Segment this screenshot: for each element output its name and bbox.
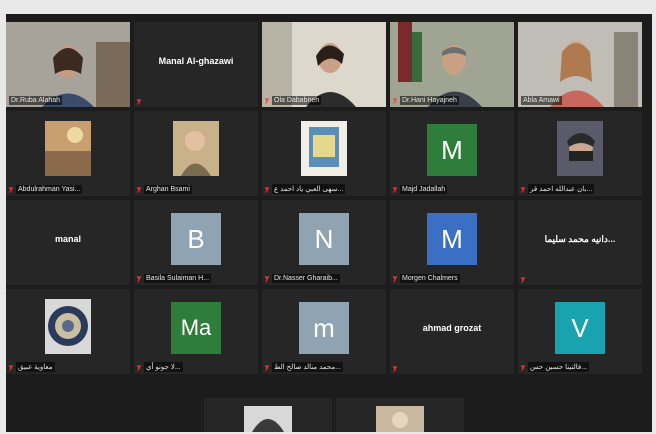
- participant-video: [262, 22, 386, 107]
- participant-display-name: دانيه محمد سليما...: [544, 234, 616, 244]
- participant-tile[interactable]: ahmad grozat ɏ: [390, 289, 514, 374]
- muted-mic-icon: ɏ: [137, 363, 141, 371]
- participant-name: فالتينا حسين حس...: [528, 362, 590, 372]
- avatar: M: [427, 213, 477, 265]
- avatar: N: [299, 213, 349, 265]
- participant-tile[interactable]: Ma ɏ لا جونو أي...: [134, 289, 258, 374]
- participant-tile[interactable]: m ɏ محمد منالد صالح الط...: [262, 289, 386, 374]
- participant-name: Dr.Hani Hayajneh: [400, 96, 459, 105]
- muted-mic-icon: ɏ: [393, 365, 397, 372]
- participant-tile[interactable]: ɏ Arghan Bsami: [134, 111, 258, 196]
- participant-tile[interactable]: N ɏ Dr.Nasser Gharaib...: [262, 200, 386, 285]
- gallery-grid: Dr.Ruba Alahah Manal Al-ghazawi ɏ ɏ Ola D…: [6, 22, 648, 374]
- profile-photo: [45, 299, 91, 354]
- participant-tile[interactable]: ɏ بان عبدالله احمد قر...: [518, 111, 642, 196]
- participant-name: Arghan Bsami: [144, 185, 192, 194]
- profile-photo: [557, 121, 603, 176]
- profile-photo: [244, 406, 292, 432]
- participant-name: Abla Amawi: [521, 96, 562, 105]
- participant-video: [6, 22, 130, 107]
- participant-display-name: Manal Al-ghazawi: [158, 56, 234, 66]
- participant-tile[interactable]: [204, 398, 332, 432]
- next-row-partial: [6, 394, 648, 432]
- muted-mic-icon: ɏ: [393, 186, 397, 193]
- muted-mic-icon: ɏ: [393, 97, 397, 104]
- participant-tile[interactable]: manal: [6, 200, 130, 285]
- muted-mic-icon: ɏ: [137, 186, 141, 193]
- avatar: B: [171, 213, 221, 265]
- participant-video: [518, 22, 642, 107]
- muted-mic-icon: ɏ: [265, 97, 269, 104]
- muted-mic-icon: ɏ: [521, 185, 525, 193]
- muted-mic-icon: ɏ: [265, 185, 269, 193]
- profile-photo: [301, 121, 347, 176]
- profile-photo: [173, 121, 219, 176]
- profile-photo: [376, 406, 424, 432]
- participant-tile[interactable]: ɏ Abdulrahman Yasi...: [6, 111, 130, 196]
- avatar: M: [427, 124, 477, 176]
- muted-mic-icon: ɏ: [521, 363, 525, 371]
- participant-name: Ola Dababneh: [272, 96, 322, 105]
- participant-tile[interactable]: B ɏ Basila Sulaiman H...: [134, 200, 258, 285]
- participant-name: Dr.Nasser Gharaib...: [272, 274, 340, 283]
- participant-tile[interactable]: ɏ Ola Dababneh: [262, 22, 386, 107]
- muted-mic-icon: ɏ: [521, 276, 525, 283]
- participant-tile[interactable]: M ɏ Majd Jadallah: [390, 111, 514, 196]
- avatar: V: [555, 302, 605, 354]
- participant-tile[interactable]: V ɏ فالتينا حسين حس...: [518, 289, 642, 374]
- participant-tile[interactable]: ɏ Dr.Hani Hayajneh: [390, 22, 514, 107]
- participant-name: بان عبدالله احمد قر...: [528, 184, 595, 194]
- avatar: Ma: [171, 302, 221, 354]
- participant-name: Abdulrahman Yasi...: [16, 185, 83, 194]
- participant-tile[interactable]: Manal Al-ghazawi ɏ: [134, 22, 258, 107]
- participant-tile-active-speaker[interactable]: Abla Amawi: [518, 22, 642, 107]
- participant-name: معاوية عبيق: [16, 362, 55, 372]
- participant-display-name: ahmad grozat: [422, 323, 482, 333]
- participant-name: سهى العبي ياد احمد ع...: [272, 184, 346, 194]
- participant-tile[interactable]: M ɏ Morgen Chalmers: [390, 200, 514, 285]
- participant-display-name: manal: [54, 234, 81, 244]
- muted-mic-icon: ɏ: [265, 363, 269, 371]
- participant-tile[interactable]: ɏ سهى العبي ياد احمد ع...: [262, 111, 386, 196]
- participant-tile[interactable]: Dr.Ruba Alahah: [6, 22, 130, 107]
- muted-mic-icon: ɏ: [137, 275, 141, 282]
- muted-mic-icon: ɏ: [393, 275, 397, 282]
- participant-video: [390, 22, 514, 107]
- muted-mic-icon: ɏ: [9, 186, 13, 193]
- participant-tile[interactable]: [336, 398, 464, 432]
- profile-photo: [45, 121, 91, 176]
- participant-name: Dr.Ruba Alahah: [9, 96, 63, 105]
- muted-mic-icon: ɏ: [265, 275, 269, 282]
- participant-name: Basila Sulaiman H...: [144, 274, 212, 283]
- avatar: m: [299, 302, 349, 354]
- participant-name: محمد منالد صالح الط...: [272, 362, 343, 372]
- muted-mic-icon: ɏ: [9, 363, 13, 371]
- participant-tile[interactable]: دانيه محمد سليما... ɏ: [518, 200, 642, 285]
- participant-name: لا جونو أي...: [144, 362, 183, 372]
- participant-name: Morgen Chalmers: [400, 274, 460, 283]
- participant-name: Majd Jadallah: [400, 185, 448, 194]
- muted-mic-icon: ɏ: [137, 98, 141, 105]
- participant-tile[interactable]: ɏ معاوية عبيق: [6, 289, 130, 374]
